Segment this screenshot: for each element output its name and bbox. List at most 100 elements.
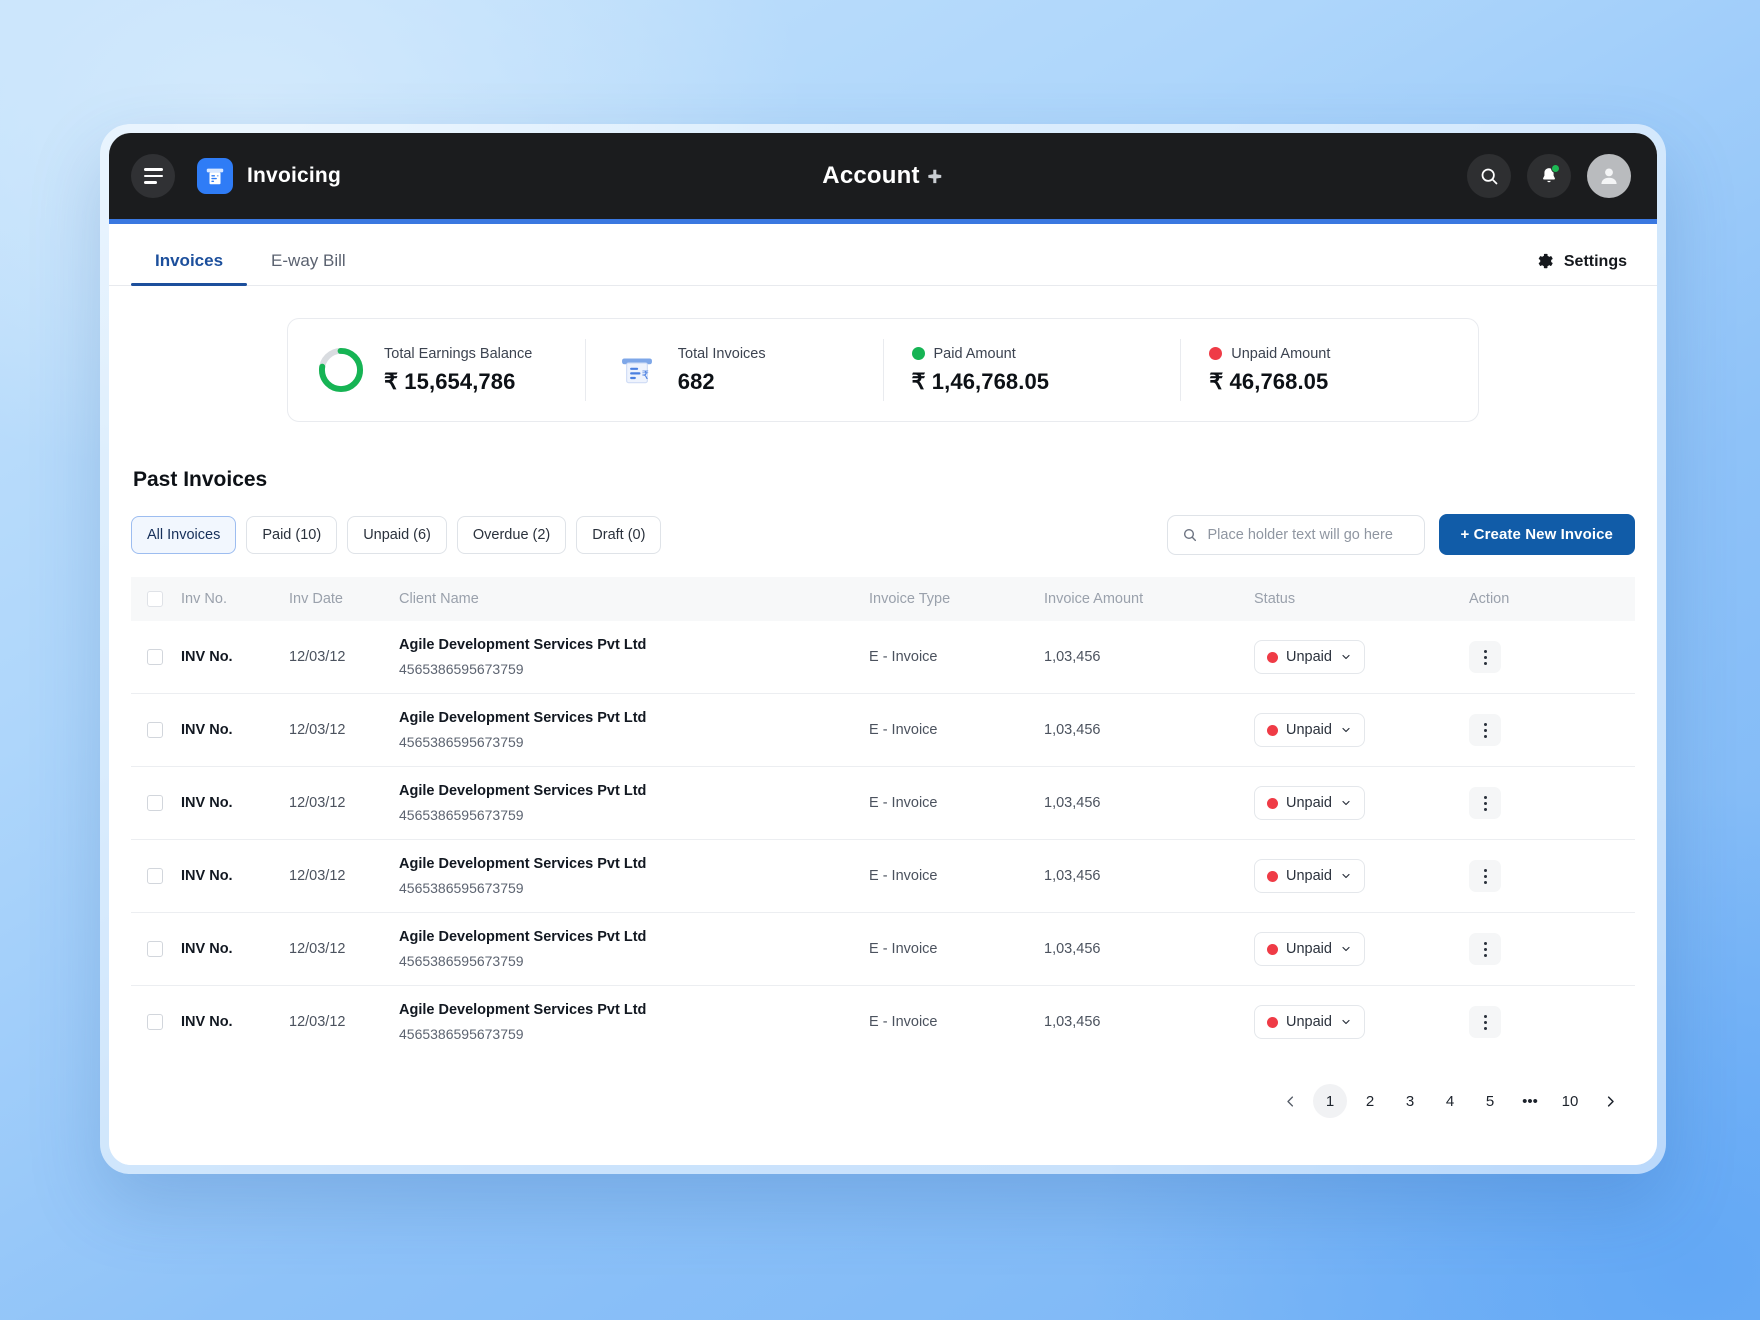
filter-chip-draft[interactable]: Draft (0) <box>576 515 662 554</box>
status-label: Unpaid <box>1286 941 1332 957</box>
filter-chip-unpaid[interactable]: Unpaid (6) <box>347 515 447 554</box>
status-dropdown[interactable]: Unpaid <box>1254 859 1365 893</box>
stat-value: ₹ 46,768.05 <box>1209 368 1329 394</box>
filter-chip-paid[interactable]: Paid (10) <box>246 515 338 554</box>
chevron-left-icon[interactable] <box>1273 1084 1307 1118</box>
table-row[interactable]: INV No. 12/03/12 Agile Development Servi… <box>131 986 1635 1059</box>
invoice-receipt-icon: ₹ <box>614 347 660 393</box>
cell-invoice-type: E - Invoice <box>861 621 1036 694</box>
bell-icon[interactable] <box>1527 154 1571 198</box>
page-button-3[interactable]: 3 <box>1393 1084 1427 1118</box>
row-actions-menu-icon[interactable] <box>1469 714 1501 746</box>
cell-status: Unpaid <box>1246 839 1461 913</box>
stat-label: Total Invoices <box>677 345 766 362</box>
gear-icon <box>1536 252 1555 271</box>
plus-mark-icon <box>927 168 944 185</box>
search-input[interactable] <box>1207 526 1410 543</box>
cell-invoice-amount: 1,03,456 <box>1036 839 1246 913</box>
stat-label: Paid Amount <box>933 345 1016 362</box>
cell-invoice-type: E - Invoice <box>861 693 1036 767</box>
filter-row: All Invoices Paid (10) Unpaid (6) Overdu… <box>131 514 1635 555</box>
select-all-checkbox[interactable] <box>147 591 163 608</box>
brand: Invoicing <box>197 158 341 194</box>
cell-invoice-amount: 1,03,456 <box>1036 693 1246 767</box>
stat-label-wrap: Unpaid Amount <box>1209 346 1330 362</box>
page-button-4[interactable]: 4 <box>1433 1084 1467 1118</box>
settings-button[interactable]: Settings <box>1536 252 1627 285</box>
table-row[interactable]: INV No. 12/03/12 Agile Development Servi… <box>131 766 1635 840</box>
main-content: Total Earnings Balance ₹ 15,654,786 ₹ To… <box>109 286 1657 1165</box>
chevron-right-icon[interactable] <box>1593 1084 1627 1118</box>
table-row[interactable]: INV No. 12/03/12 Agile Development Servi… <box>131 839 1635 913</box>
table-header-row: Inv No. Inv Date Client Name Invoice Typ… <box>131 577 1635 621</box>
stat-value: ₹ 1,46,768.05 <box>911 368 1050 394</box>
svg-text:₹: ₹ <box>641 368 648 382</box>
client-name: Agile Development Services Pvt Ltd <box>399 856 647 872</box>
row-actions-menu-icon[interactable] <box>1469 933 1501 965</box>
filter-chip-overdue[interactable]: Overdue (2) <box>456 515 567 554</box>
stat-value: 682 <box>677 368 715 394</box>
inv-no-text: INV No. <box>181 941 233 958</box>
cell-inv-date: 12/03/12 <box>281 912 391 986</box>
table-row[interactable]: INV No. 12/03/12 Agile Development Servi… <box>131 693 1635 767</box>
row-actions-menu-icon[interactable] <box>1469 860 1501 892</box>
cell-action <box>1461 693 1635 767</box>
filter-chip-all-invoices[interactable]: All Invoices <box>131 515 237 554</box>
cell-inv-no: INV No. <box>131 766 281 840</box>
row-checkbox[interactable] <box>147 941 163 958</box>
status-dropdown[interactable]: Unpaid <box>1254 1005 1365 1039</box>
status-dropdown[interactable]: Unpaid <box>1254 713 1365 747</box>
cell-invoice-type: E - Invoice <box>861 839 1036 913</box>
unpaid-status-dot-icon <box>1209 347 1223 360</box>
row-checkbox[interactable] <box>147 1014 163 1031</box>
column-label: Inv No. <box>181 591 227 608</box>
settings-label: Settings <box>1563 252 1627 270</box>
stat-value: ₹ 15,654,786 <box>384 368 516 394</box>
user-avatar-icon[interactable] <box>1587 154 1631 198</box>
cell-action <box>1461 766 1635 840</box>
cell-client: Agile Development Services Pvt Ltd 45653… <box>391 621 861 694</box>
tab-eway-bill[interactable]: E-way Bill <box>247 251 370 285</box>
table-body: INV No. 12/03/12 Agile Development Servi… <box>131 621 1635 1058</box>
search-box[interactable] <box>1166 514 1425 555</box>
table-row[interactable]: INV No. 12/03/12 Agile Development Servi… <box>131 621 1635 694</box>
client-name: Agile Development Services Pvt Ltd <box>399 1002 647 1018</box>
cell-invoice-amount: 1,03,456 <box>1036 766 1246 840</box>
inv-no-text: INV No. <box>181 722 233 739</box>
hamburger-menu-icon[interactable] <box>131 154 175 198</box>
column-inv-date: Inv Date <box>281 577 391 621</box>
row-checkbox[interactable] <box>147 795 163 812</box>
tab-invoices[interactable]: Invoices <box>131 251 248 286</box>
cell-invoice-amount: 1,03,456 <box>1036 912 1246 986</box>
cell-client: Agile Development Services Pvt Ltd 45653… <box>391 693 861 767</box>
row-checkbox[interactable] <box>147 722 163 739</box>
row-actions-menu-icon[interactable] <box>1469 787 1501 819</box>
page-button-10[interactable]: 10 <box>1553 1084 1587 1118</box>
row-checkbox[interactable] <box>147 649 163 666</box>
table-row[interactable]: INV No. 12/03/12 Agile Development Servi… <box>131 912 1635 986</box>
app-window-frame: Invoicing Account Invoices E-way Bill Se… <box>100 124 1666 1174</box>
create-new-invoice-button[interactable]: + Create New Invoice <box>1438 514 1635 555</box>
page-button-1[interactable]: 1 <box>1313 1084 1347 1118</box>
search-icon[interactable] <box>1467 154 1511 198</box>
status-dropdown[interactable]: Unpaid <box>1254 786 1365 820</box>
chevron-down-icon <box>1340 1016 1352 1028</box>
page-button-2[interactable]: 2 <box>1353 1084 1387 1118</box>
cell-client: Agile Development Services Pvt Ltd 45653… <box>391 912 861 986</box>
client-name: Agile Development Services Pvt Ltd <box>399 783 647 799</box>
row-actions-menu-icon[interactable] <box>1469 641 1501 673</box>
row-checkbox[interactable] <box>147 868 163 885</box>
cell-invoice-type: E - Invoice <box>869 1014 938 1030</box>
cell-action <box>1461 986 1635 1059</box>
status-dropdown[interactable]: Unpaid <box>1254 640 1365 674</box>
status-dropdown[interactable]: Unpaid <box>1254 932 1365 966</box>
cell-inv-no: INV No. <box>131 693 281 767</box>
status-label: Unpaid <box>1286 649 1332 665</box>
page-button-5[interactable]: 5 <box>1473 1084 1507 1118</box>
stat-label-wrap: Paid Amount <box>911 345 1050 362</box>
chevron-down-icon <box>1340 651 1352 663</box>
status-dot-icon <box>1267 943 1278 955</box>
cell-invoice-type: E - Invoice <box>861 912 1036 986</box>
row-actions-menu-icon[interactable] <box>1469 1006 1501 1038</box>
client-reference: 4565386595673759 <box>399 661 524 677</box>
